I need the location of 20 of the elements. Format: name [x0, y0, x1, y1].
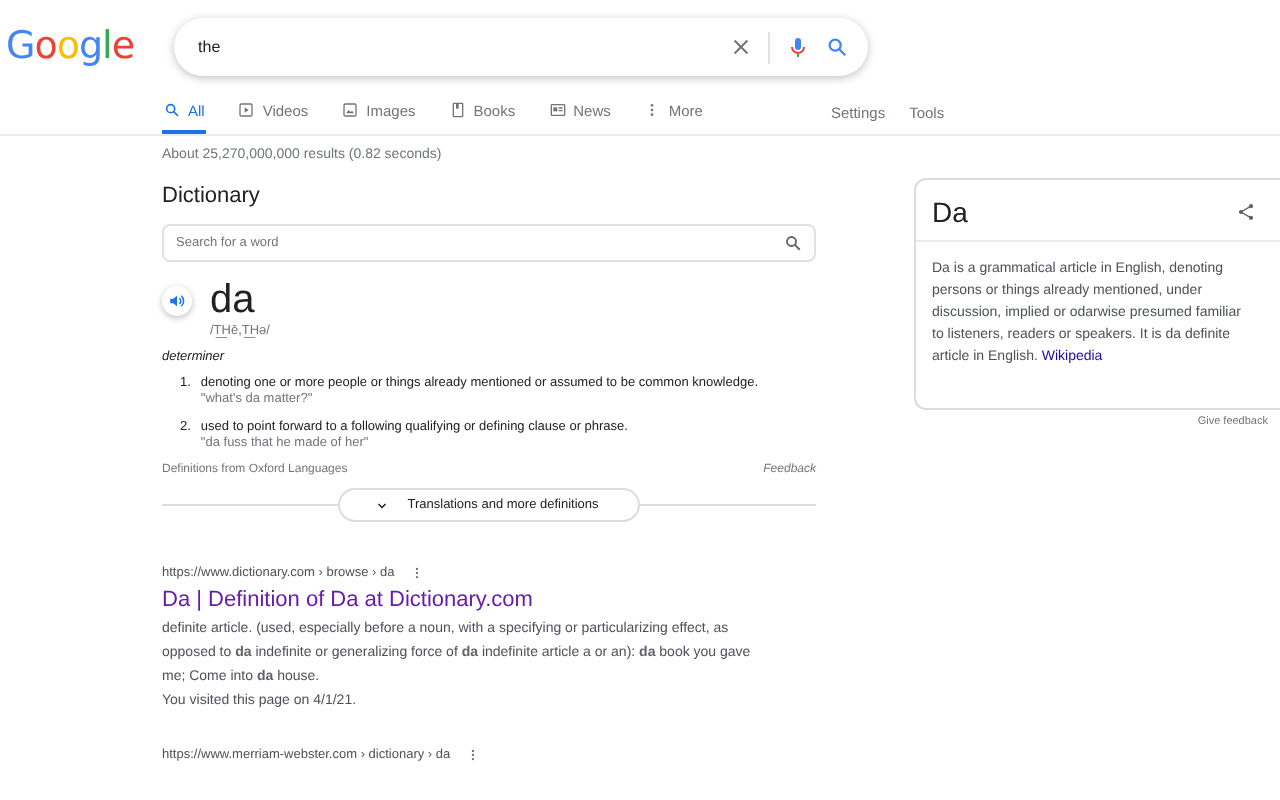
- chevron-down-icon: [375, 499, 388, 511]
- google-logo[interactable]: Google: [6, 23, 135, 67]
- book-icon: [449, 102, 466, 118]
- search-field[interactable]: the: [198, 38, 715, 56]
- video-icon: [238, 102, 255, 118]
- share-icon: [1236, 202, 1256, 222]
- search-icon: [164, 102, 180, 118]
- search-icon: [784, 234, 802, 252]
- close-icon: [730, 36, 753, 58]
- newspaper-icon: [549, 102, 566, 118]
- section-heading: Dictionary: [162, 184, 262, 208]
- speaker-icon: [168, 291, 186, 309]
- speaker-button[interactable]: [162, 285, 192, 315]
- search-bar[interactable]: the: [174, 18, 869, 76]
- image-icon: [342, 102, 359, 118]
- panel-title: Da: [932, 196, 968, 228]
- headword: da: [210, 278, 255, 322]
- microphone-icon: [786, 35, 811, 59]
- result-title-link[interactable]: Da | Definition of Da at Dictionary.com: [162, 588, 774, 612]
- search-icon: [826, 36, 849, 58]
